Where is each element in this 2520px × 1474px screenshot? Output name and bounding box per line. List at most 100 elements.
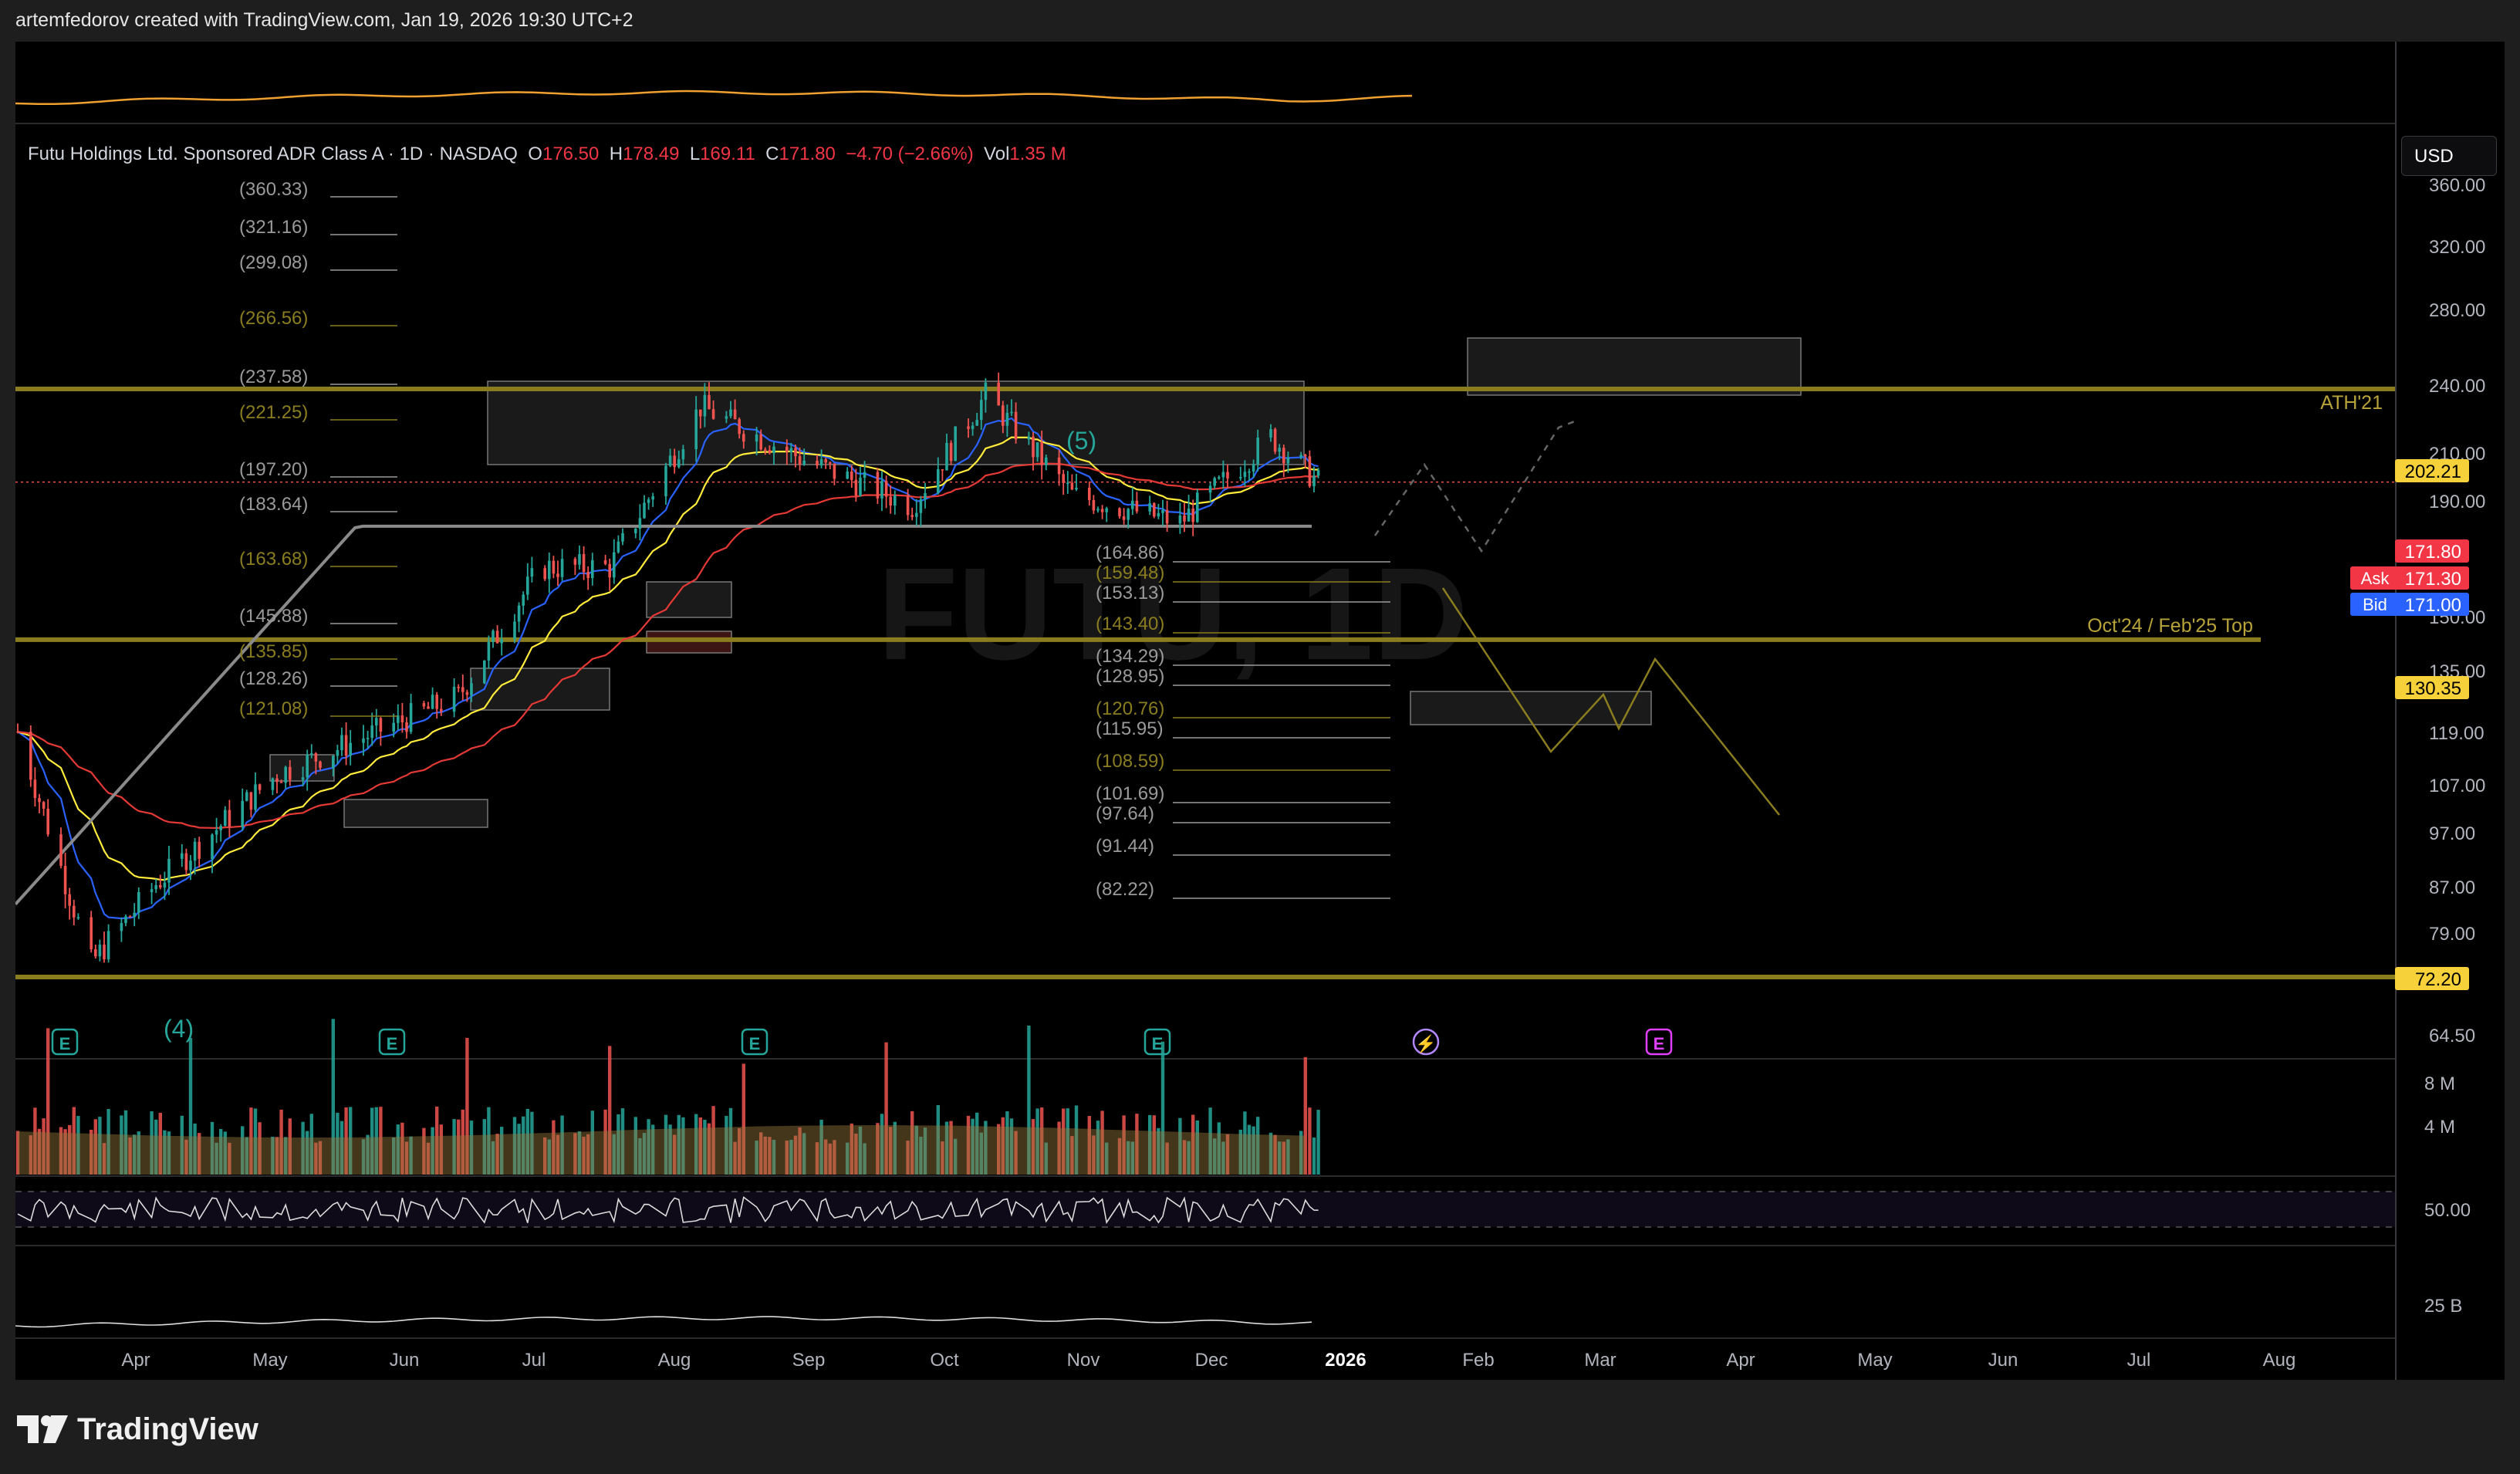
- candle-body: [729, 409, 732, 417]
- time-axis-tick: Dec: [1195, 1350, 1228, 1371]
- candle-body: [1045, 457, 1048, 465]
- volume-value: 1.35 M: [1009, 144, 1066, 164]
- tradingview-logo[interactable]: TradingView: [17, 1406, 258, 1452]
- candle-body: [681, 449, 685, 460]
- low-label: L: [689, 144, 701, 164]
- fib-label: (115.95): [1096, 718, 1164, 739]
- candle-body: [461, 687, 464, 692]
- fib-label: (143.40): [1096, 614, 1164, 634]
- price-axis-tick: 97.00: [2429, 823, 2475, 844]
- candle-body: [427, 706, 430, 709]
- price-chart[interactable]: FUTU, 1D (360.33)(321.16)(299.08)(266.56…: [15, 42, 2505, 1380]
- event-label: ⚡: [1415, 1034, 1436, 1054]
- candle-body: [275, 778, 279, 783]
- event-label: E: [1654, 1034, 1665, 1053]
- price-axis-tick: 107.00: [2429, 776, 2485, 796]
- candle-body: [954, 426, 957, 461]
- bullish-projection: [1373, 418, 1579, 553]
- time-axis-tick: Sep: [792, 1350, 826, 1371]
- candle-body: [1278, 448, 1281, 452]
- low-value: 169.11: [700, 144, 755, 164]
- candle-body: [582, 554, 586, 573]
- fib-label: (360.33): [239, 179, 308, 200]
- time-axis-tick: Feb: [1462, 1350, 1494, 1371]
- price-axis-tick: 360.00: [2429, 175, 2485, 196]
- candle-body: [1157, 512, 1160, 517]
- candle-body: [1032, 436, 1035, 458]
- candle-body: [980, 400, 983, 421]
- candle-body: [1002, 405, 1005, 426]
- candle-body: [975, 420, 978, 426]
- candle-body: [526, 576, 529, 595]
- candle-body: [150, 889, 154, 892]
- candle-body: [340, 735, 343, 750]
- time-axis-tick: Nov: [1067, 1350, 1100, 1371]
- candle-body: [1191, 509, 1194, 522]
- candle-body: [1088, 488, 1091, 501]
- candle-body: [362, 738, 365, 743]
- candle-body: [552, 560, 556, 574]
- fib-label: (97.64): [1096, 803, 1154, 824]
- rsi-axis-tick: 50.00: [2424, 1200, 2471, 1221]
- candle-body: [1027, 436, 1031, 440]
- candle-body: [1304, 455, 1307, 457]
- candle-body: [379, 718, 383, 732]
- candle-body: [68, 894, 71, 906]
- level-label: Oct'24 / Feb'25 Top: [2087, 615, 2253, 637]
- candle-body: [470, 683, 473, 695]
- candle-body: [668, 455, 672, 466]
- price-zone: [646, 631, 732, 654]
- candle-body: [435, 695, 438, 709]
- high-value: 178.49: [623, 144, 680, 164]
- level-label: ATH'21: [2320, 392, 2383, 414]
- price-tag-label: 130.35: [2405, 678, 2461, 699]
- candle-body: [241, 800, 244, 827]
- candle-body: [422, 703, 426, 707]
- close-label: C: [765, 144, 779, 164]
- candle-body: [1092, 500, 1096, 511]
- candle-body: [1105, 508, 1108, 512]
- currency-button[interactable]: USD: [2401, 136, 2497, 176]
- candle-body: [167, 858, 171, 883]
- time-axis-tick: Apr: [121, 1350, 150, 1371]
- candle-body: [742, 434, 745, 442]
- candle-body: [591, 560, 594, 578]
- candle-body: [219, 826, 222, 830]
- candle-body: [876, 472, 880, 499]
- candle-body: [880, 481, 883, 499]
- open-label: O: [528, 144, 542, 164]
- candle-body: [73, 905, 76, 918]
- fib-label: (145.88): [239, 606, 308, 627]
- candle-body: [1269, 429, 1272, 438]
- price-zone: [343, 799, 488, 828]
- candle-body: [500, 639, 503, 644]
- candle-body: [543, 568, 546, 580]
- time-axis-tick: Apr: [1726, 1350, 1755, 1371]
- price-zone: [1467, 337, 1802, 396]
- chart-area[interactable]: FUTU, 1D (360.33) (321.16) (299.08) (266.56…: [15, 42, 2505, 1380]
- candle-body: [1070, 482, 1074, 490]
- candle-body: [133, 912, 136, 918]
- top-indicator-line: [15, 90, 1413, 106]
- candle-body: [616, 541, 620, 553]
- price-tag-label: 171.00: [2405, 595, 2461, 616]
- candle-body: [863, 472, 866, 478]
- candle-body: [785, 446, 789, 452]
- tradingview-logo-icon: [17, 1415, 68, 1443]
- fib-label: (221.25): [239, 402, 308, 423]
- fib-label: (128.26): [239, 668, 308, 689]
- candle-body: [284, 766, 287, 783]
- candle-body: [971, 425, 975, 429]
- candle-body: [487, 641, 491, 661]
- price-axis-tick: 79.00: [2429, 924, 2475, 945]
- candle-body: [1127, 509, 1130, 520]
- candle-body: [59, 834, 62, 867]
- candle-body: [1308, 456, 1312, 487]
- candle-body: [336, 749, 339, 756]
- fib-label: (164.86): [1096, 543, 1164, 563]
- candle-body: [1208, 485, 1212, 493]
- candle-body: [586, 572, 589, 578]
- candle-body: [945, 442, 948, 471]
- candle-body: [1282, 448, 1285, 464]
- candle-body: [711, 409, 715, 419]
